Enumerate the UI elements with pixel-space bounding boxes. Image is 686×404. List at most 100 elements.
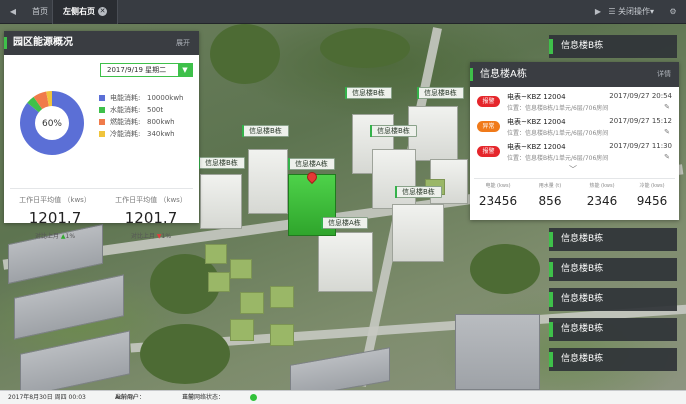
metric-electricity: 电能 (kws) 23456 [472, 182, 524, 208]
close-ops-label: 关闭操作 [618, 7, 650, 16]
close-icon[interactable]: ✕ [98, 7, 107, 16]
stat-caption: 工作日平均值 （kws） [19, 196, 91, 204]
legend-swatch [99, 131, 105, 137]
compare-pct: 1% [65, 233, 76, 240]
network-value: 正常 [182, 394, 195, 401]
alarm-time: 2017/09/27 15:12 [609, 117, 672, 125]
green-roof-building [230, 259, 252, 279]
panel-title: 信息楼A栋 [480, 69, 527, 80]
date-select[interactable]: 2017/9/19 星期二 ▼ [100, 63, 193, 77]
building[interactable] [290, 347, 390, 390]
legend-swatch [99, 107, 105, 113]
building[interactable] [318, 232, 373, 292]
building[interactable] [200, 174, 242, 229]
expand-button[interactable]: 展开 [176, 31, 190, 55]
metric-caption: 用水量 (t) [538, 183, 562, 189]
legend-item: 电能消耗: 10000kwh [99, 92, 183, 104]
tree-cluster [320, 28, 410, 68]
panel-header: 园区能源概况 展开 [4, 31, 199, 55]
alarm-badge: 异常 [477, 121, 500, 132]
green-roof-building [230, 319, 254, 341]
edit-icon[interactable]: ✎ [664, 128, 670, 136]
panel-header: 信息楼A栋 详情 [470, 62, 679, 87]
building[interactable] [392, 204, 444, 262]
alarm-location: 位置：信息楼B栋/1单元/6层/706房间 [507, 105, 609, 112]
alarm-item[interactable]: 报警 电表~KBZ 12004 2017/09/27 11:30 位置：信息楼B… [473, 140, 676, 165]
metric-water: 用水量 (t) 856 [524, 182, 576, 208]
alarm-location: 位置：信息楼B栋/1单元/6层/706房间 [507, 155, 609, 162]
map-label[interactable]: 信息楼B栋 [417, 87, 464, 99]
metric-caption: 电能 (kws) [485, 183, 511, 189]
building-a-detail-panel: 信息楼A栋 详情 报警 电表~KBZ 12004 2017/09/27 20:5… [470, 62, 679, 220]
map-label[interactable]: 信息楼A栋 [288, 158, 335, 170]
tab-active[interactable]: 左侧右页 ✕ [52, 0, 118, 24]
building[interactable] [372, 149, 416, 209]
legend-label: 燃能消耗: [110, 118, 141, 126]
alarm-time: 2017/09/27 20:54 [609, 92, 672, 100]
legend-value: 800kwh [147, 118, 175, 126]
metric-value: 856 [538, 194, 562, 208]
building-b-box[interactable]: 信息楼B栋 [549, 258, 677, 281]
divider [10, 188, 193, 189]
close-ops-button[interactable]: 关闭操作▾ [618, 0, 654, 24]
building[interactable] [20, 330, 130, 390]
status-bar: 2017年8月30日 周四 00:03 当前用户： Admin 当前网络状态： 正常 [0, 390, 686, 404]
date-value: 2017/9/19 星期二 [107, 66, 167, 74]
metric-cooling: 冷能 (kws) 9456 [626, 182, 678, 208]
accent-bar [4, 37, 7, 49]
settings-icon[interactable]: ⚙ [664, 0, 682, 24]
metric-caption: 冷能 (kws) [639, 183, 665, 189]
workday-average-stat: 工作日平均值 （kws） 1201.7 对比上月 ▲1% [7, 195, 103, 240]
tree-cluster [210, 24, 280, 84]
map-label[interactable]: 信息楼A栋 [321, 217, 368, 229]
legend-swatch [99, 119, 105, 125]
legend-item: 水能消耗: 500t [99, 104, 183, 116]
user-name: Admin [115, 394, 135, 401]
legend-label: 水能消耗: [110, 106, 141, 114]
map-label[interactable]: 信息楼B栋 [395, 186, 442, 198]
metric-caption: 热能 (kws) [589, 183, 615, 189]
tab-active-label: 左侧右页 [63, 7, 95, 16]
building[interactable] [455, 314, 540, 390]
donut-center-label: 60% [42, 119, 62, 129]
map-label[interactable]: 信息楼B栋 [345, 87, 392, 99]
legend-value: 340kwh [147, 130, 175, 138]
building-b-box[interactable]: 信息楼B栋 [549, 35, 677, 58]
building-b-box[interactable]: 信息楼B栋 [549, 288, 677, 311]
green-roof-building [270, 286, 294, 308]
metric-heat: 热能 (kws) 2346 [576, 182, 628, 208]
alarm-item[interactable]: 异常 电表~KBZ 12004 2017/09/27 15:12 位置：信息楼B… [473, 115, 676, 140]
chevron-down-icon[interactable]: ﹀ [569, 164, 577, 175]
stat-value: 1201.7 [28, 209, 82, 227]
energy-overview-panel: 园区能源概况 展开 2017/9/19 星期二 ▼ 60% 电能消耗: 10000… [4, 31, 199, 240]
nav-prev-icon[interactable]: ◀ [4, 0, 22, 24]
map-label[interactable]: 信息楼B栋 [370, 125, 417, 137]
alarm-item[interactable]: 报警 电表~KBZ 12004 2017/09/27 20:54 位置：信息楼B… [473, 90, 676, 115]
map-label[interactable]: 信息楼B栋 [242, 125, 289, 137]
metric-value: 23456 [478, 194, 518, 208]
compare-pct: 1% [161, 233, 172, 240]
tab-bar: ◀ 首页 左侧右页 ✕ ▶ ☰ 关闭操作▾ ⚙ [0, 0, 686, 24]
accent-bar [470, 68, 473, 81]
building[interactable] [248, 149, 288, 214]
energy-legend: 电能消耗: 10000kwh 水能消耗: 500t 燃能消耗: 800kwh 冷能消耗… [99, 92, 183, 140]
chevron-down-icon[interactable]: ▼ [178, 64, 192, 76]
legend-value: 10000kwh [147, 94, 184, 102]
building-b-box[interactable]: 信息楼B栋 [549, 318, 677, 341]
panel-title: 园区能源概况 [13, 37, 73, 48]
divider [474, 178, 675, 179]
metric-value: 9456 [636, 194, 668, 208]
building[interactable] [14, 274, 124, 340]
meter-name: 电表~KBZ 12004 [507, 143, 566, 151]
detail-link[interactable]: 详情 [657, 62, 671, 87]
building-b-box[interactable]: 信息楼B栋 [549, 348, 677, 371]
legend-value: 500t [147, 106, 164, 114]
map-label[interactable]: 信息楼B栋 [198, 157, 245, 169]
workday-average-stat: 工作日平均值 （kws） 1201.7 对比上月 ▼1% [103, 195, 199, 240]
building-b-box[interactable]: 信息楼B栋 [549, 228, 677, 251]
edit-icon[interactable]: ✎ [664, 153, 670, 161]
legend-swatch [99, 95, 105, 101]
status-datetime: 2017年8月30日 周四 00:03 [8, 394, 86, 401]
tree-cluster [140, 324, 230, 384]
edit-icon[interactable]: ✎ [664, 103, 670, 111]
